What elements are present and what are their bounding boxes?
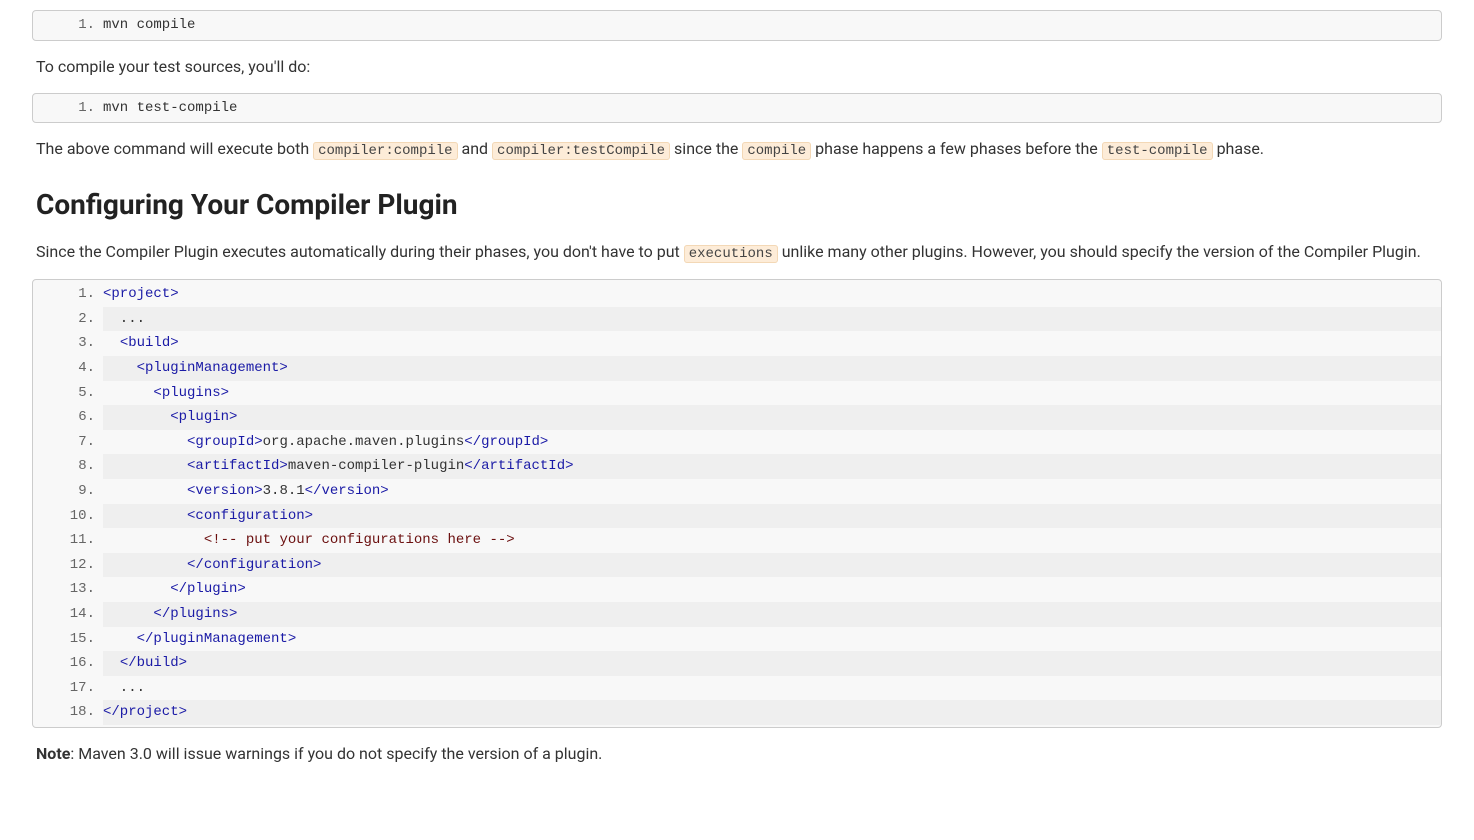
xml-text: ... (103, 680, 145, 696)
paragraph-above-command: The above command will execute both comp… (36, 137, 1438, 162)
xml-text: 3.8.1 (263, 483, 305, 499)
xml-tag: <groupId> (187, 434, 263, 450)
xml-tag: <plugins> (153, 385, 229, 401)
xml-tag: <project> (103, 286, 179, 302)
xml-tag: </project> (103, 704, 187, 720)
inline-code-compile-phase: compile (742, 142, 811, 160)
xml-tag: <artifactId> (187, 458, 288, 474)
xml-tag: </version> (305, 483, 389, 499)
xml-text: maven-compiler-plugin (288, 458, 464, 474)
xml-tag: <version> (187, 483, 263, 499)
paragraph-note: Note: Maven 3.0 will issue warnings if y… (36, 742, 1438, 766)
xml-tag: </artifactId> (464, 458, 573, 474)
code-block-mvn-compile: mvn compile (32, 10, 1442, 41)
xml-tag: <plugin> (170, 409, 237, 425)
xml-text: org.apache.maven.plugins (263, 434, 465, 450)
xml-tag: </configuration> (187, 557, 321, 573)
note-label: Note (36, 744, 70, 763)
xml-tag: <pluginManagement> (137, 360, 288, 376)
inline-code-compiler-testcompile: compiler:testCompile (492, 142, 670, 160)
xml-tag: <build> (120, 335, 179, 351)
xml-tag: </plugin> (170, 581, 246, 597)
xml-tag: </build> (120, 655, 187, 671)
heading-configuring-compiler-plugin: Configuring Your Compiler Plugin (36, 184, 1438, 226)
xml-tag: <configuration> (187, 508, 313, 524)
code-block-pom-xml: <project> ... <build> <pluginManagement>… (32, 279, 1442, 728)
inline-code-test-compile-phase: test-compile (1102, 142, 1213, 160)
xml-tag: </groupId> (464, 434, 548, 450)
paragraph-since-compiler: Since the Compiler Plugin executes autom… (36, 240, 1438, 265)
code-line: mvn compile (103, 17, 195, 33)
code-block-mvn-test-compile: mvn test-compile (32, 93, 1442, 124)
xml-tag: </pluginManagement> (137, 631, 297, 647)
code-line: mvn test-compile (103, 100, 237, 116)
note-text: : Maven 3.0 will issue warnings if you d… (70, 744, 602, 763)
paragraph-compile-test: To compile your test sources, you'll do: (36, 55, 1438, 79)
xml-comment: <!-- put your configurations here --> (204, 532, 515, 548)
inline-code-compiler-compile: compiler:compile (313, 142, 457, 160)
inline-code-executions: executions (684, 245, 778, 263)
xml-tag: </plugins> (153, 606, 237, 622)
xml-text: ... (103, 311, 145, 327)
